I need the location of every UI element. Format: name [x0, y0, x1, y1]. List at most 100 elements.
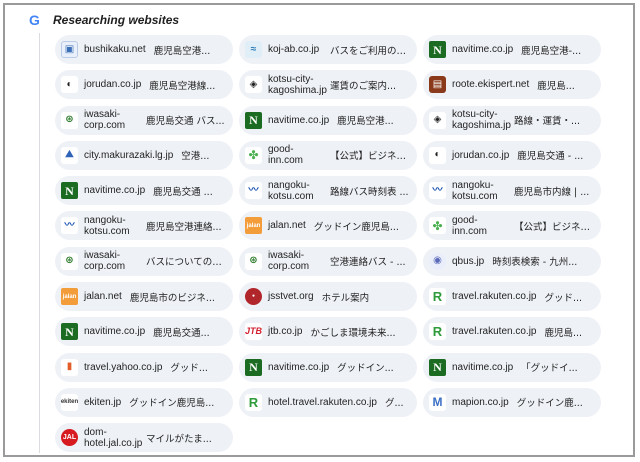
source-domain: nangoku-kotsu.com [268, 179, 314, 202]
source-chip[interactable]: ⊛ iwasaki-corp.com 空港連絡バス - ... [239, 246, 417, 276]
navitime-icon: N [429, 358, 446, 376]
source-description: 鹿児島交通... [153, 327, 210, 339]
source-domain: koj-ab.co.jp [268, 44, 320, 55]
navitime-icon: N [61, 323, 78, 341]
source-chip[interactable]: Nnavitime.co.jp グッドイン... [239, 352, 417, 382]
navitime-icon: N [61, 182, 78, 200]
source-description: 運賃のご案内... [330, 80, 397, 92]
source-chip[interactable]: Rhotel.travel.rakuten.co.jp グ... [239, 387, 417, 417]
source-description: 鹿児島空港線... [149, 80, 216, 92]
source-domain: ekiten.jp [84, 396, 122, 408]
source-chip[interactable]: jalan jalan.net 鹿児島市のビジネ... [55, 282, 233, 312]
kotsu-city-icon: ◈ [245, 76, 262, 94]
source-domain: travel.rakuten.co.jp [452, 291, 537, 303]
source-domain: mapion.co.jp [452, 396, 509, 408]
jorudan-icon: ◐ [61, 76, 78, 94]
source-description: 鹿児島空港... [153, 45, 211, 57]
source-description: 路線バス時刻表 ... [330, 186, 409, 198]
source-domain: navitime.co.jp [268, 114, 330, 126]
jalan-icon: jalan [61, 288, 78, 306]
ekiten-icon: ekiten [61, 393, 78, 411]
source-chip[interactable]: 〰 nangoku-kotsu.com 路線バス時刻表 ... [239, 176, 417, 206]
source-chip[interactable]: ⊛ iwasaki-corp.com 鹿児島交通 バス... [55, 105, 233, 135]
source-chip[interactable]: ✤ good-inn.com 【公式】ビジネス... [239, 140, 417, 170]
source-domain: navitime.co.jp [84, 326, 146, 338]
source-description: 鹿児島空港連絡... [146, 221, 222, 233]
source-chip[interactable]: Nnavitime.co.jp 鹿児島交通... [55, 317, 233, 347]
source-chip[interactable]: ✤ good-inn.com 【公式】ビジネス... [423, 211, 601, 241]
source-chip[interactable]: ▣ bushikaku.net 鹿児島空港... [55, 35, 233, 64]
source-domain: travel.yahoo.co.jp [84, 361, 163, 373]
source-domain: travel.rakuten.co.jp [452, 326, 537, 338]
source-description: グッドイン鹿... [516, 398, 583, 410]
source-domain: roote.ekispert.net [452, 79, 530, 91]
source-domain: jtb.co.jp [268, 326, 303, 338]
source-chip[interactable]: Rtravel.rakuten.co.jp グッド... [423, 282, 601, 312]
nangoku-icon: 〰 [429, 182, 446, 200]
source-chip[interactable]: JTB jtb.co.jp かごしま環境未来... [239, 317, 417, 347]
source-description: 鹿児島交通 - ... [517, 151, 584, 163]
source-domain: iwasaki-corp.com [84, 250, 126, 273]
source-domain: jalan.net [84, 291, 122, 303]
source-domain: good-inn.com [452, 214, 488, 237]
source-description: 鹿児島... [544, 327, 583, 339]
source-description: バスについての情... [146, 257, 227, 269]
iwasaki-icon: ⊛ [61, 252, 78, 270]
source-chip[interactable]: Nnavitime.co.jp 「グッドイ... [423, 352, 601, 382]
source-chip[interactable]: ▮ travel.yahoo.co.jp グッド... [55, 352, 233, 382]
source-description: 空港連絡バス - ... [330, 257, 406, 269]
jal-icon: JAL [61, 429, 78, 447]
jorudan-icon: ◐ [429, 146, 446, 164]
source-description: 鹿児島市のビジネ... [129, 292, 215, 304]
source-chip[interactable]: Nnavitime.co.jp 鹿児島空港-... [423, 35, 601, 64]
research-title: Researching websites [53, 13, 180, 27]
mapion-icon: M [429, 393, 446, 411]
source-description: グッドイン鹿児島... [129, 398, 215, 410]
source-chip[interactable]: ≈ koj-ab.co.jp バスをご利用の方 ... [239, 35, 417, 64]
nangoku-icon: 〰 [245, 182, 262, 200]
source-chip[interactable]: ● jsstvet.org ホテル案内 [239, 282, 417, 312]
source-chip[interactable]: ◐ jorudan.co.jp 鹿児島交通 - ... [423, 140, 601, 170]
source-domain: dom-hotel.jal.co.jp [84, 426, 143, 449]
source-description: 「グッドイ... [521, 363, 578, 375]
source-chip[interactable]: Mmapion.co.jp グッドイン鹿... [423, 387, 601, 417]
research-header: G Researching websites [29, 11, 179, 29]
source-description: グッド... [170, 363, 208, 375]
source-chip[interactable]: jalan jalan.net グッドイン鹿児島... [239, 211, 417, 241]
yahoo-travel-icon: ▮ [61, 358, 78, 376]
source-chip[interactable]: ◈ kotsu-city-kagoshima.jp 路線・運賃・... [423, 105, 601, 135]
rakuten-icon: R [429, 323, 446, 341]
source-chip[interactable]: ⊛ iwasaki-corp.com バスについての情... [55, 246, 233, 276]
source-chip[interactable]: ▤ roote.ekispert.net 鹿児島... [423, 70, 601, 100]
source-domain: jalan.net [268, 220, 306, 232]
source-chip[interactable]: ◉ qbus.jp 時刻表検索 - 九州... [423, 246, 601, 276]
source-domain: navitime.co.jp [268, 361, 330, 373]
source-chip[interactable]: 〰 nangoku-kotsu.com 鹿児島市内線 | ... [423, 176, 601, 206]
source-domain: hotel.travel.rakuten.co.jp [268, 396, 377, 408]
source-domain: kotsu-city-kagoshima.jp [452, 109, 511, 132]
box-icon: ▣ [61, 41, 78, 58]
source-chip[interactable]: Nnavitime.co.jp 鹿児島空港... [239, 105, 417, 135]
source-description: 時刻表検索 - 九州... [492, 257, 578, 269]
source-description: 鹿児島空港... [337, 116, 394, 128]
source-domain: jorudan.co.jp [452, 149, 510, 161]
source-chip[interactable]: Rtravel.rakuten.co.jp 鹿児島... [423, 317, 601, 347]
source-chip[interactable]: JAL dom-hotel.jal.co.jp マイルがたま... [55, 423, 233, 453]
source-domain: iwasaki-corp.com [268, 250, 310, 273]
source-description: マイルがたま... [146, 433, 212, 445]
source-domain: bushikaku.net [84, 44, 146, 55]
source-chip-grid: ▣ bushikaku.net 鹿児島空港... ≈ koj-ab.co.jp バスをご利… [55, 35, 605, 453]
source-chip[interactable]: ekiten ekiten.jp グッドイン鹿児島... [55, 387, 233, 417]
source-description: 空港... [181, 151, 210, 163]
source-domain: navitime.co.jp [452, 361, 514, 373]
source-domain: kotsu-city-kagoshima.jp [268, 73, 327, 96]
source-description: 路線・運賃・... [514, 116, 581, 128]
iwasaki-icon: ⊛ [61, 111, 78, 129]
source-chip[interactable]: ◐ jorudan.co.jp 鹿児島空港線... [55, 70, 233, 100]
source-description: 【公式】ビジネス... [514, 221, 595, 233]
source-chip[interactable]: ◈ kotsu-city-kagoshima.jp 運賃のご案内... [239, 70, 417, 100]
source-chip[interactable]: Nnavitime.co.jp 鹿児島交通 ... [55, 176, 233, 206]
source-chip[interactable]: ⛰ city.makurazaki.lg.jp 空港... [55, 140, 233, 170]
source-domain: iwasaki-corp.com [84, 109, 126, 132]
source-chip[interactable]: 〰 nangoku-kotsu.com 鹿児島空港連絡... [55, 211, 233, 241]
